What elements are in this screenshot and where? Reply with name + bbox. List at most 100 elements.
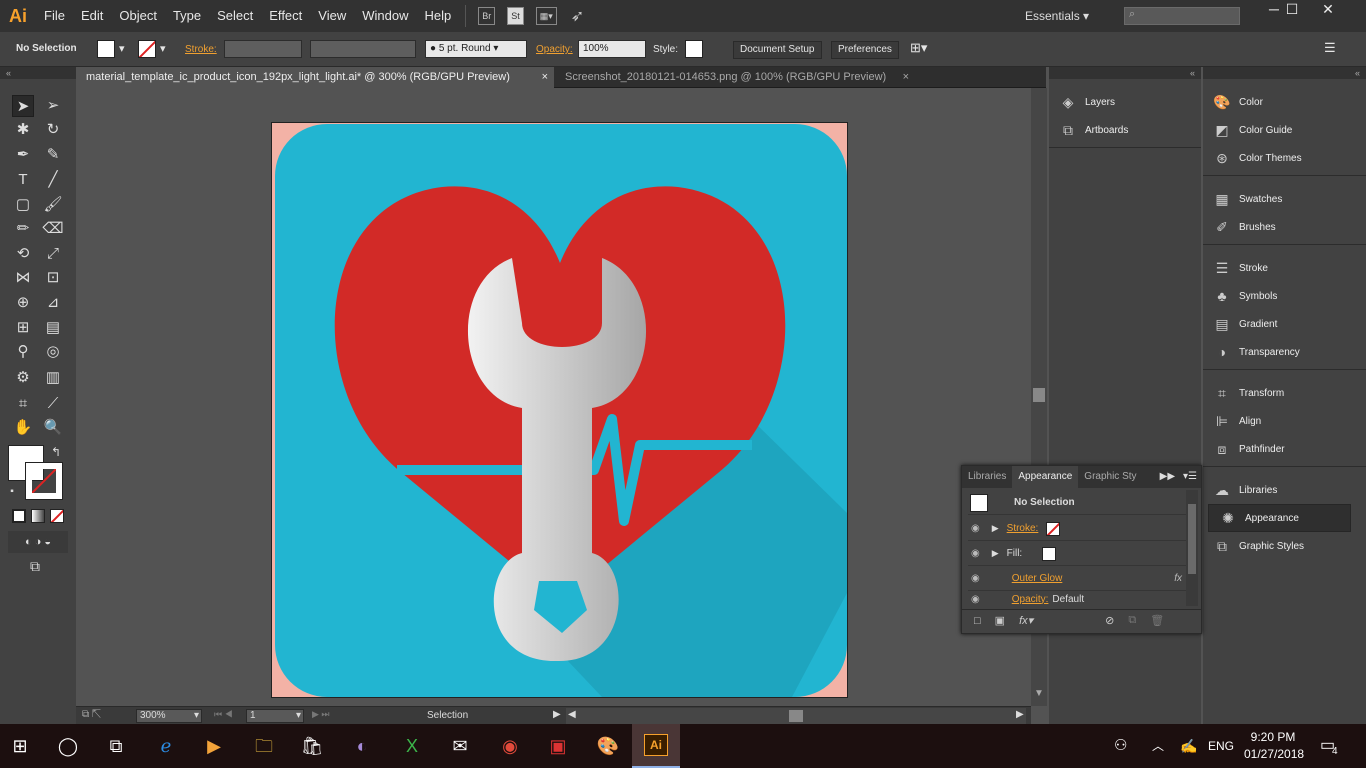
- rectangle-tool-icon[interactable]: ▢: [12, 194, 34, 216]
- tab-appearance[interactable]: Appearance: [1012, 466, 1079, 488]
- appearance-stroke-row[interactable]: ◉ ▶ Stroke:: [968, 517, 1186, 541]
- close-icon[interactable]: ×: [542, 67, 548, 88]
- outer-glow-effect[interactable]: Outer Glow: [1012, 573, 1063, 584]
- expand-arrow-icon[interactable]: ▶: [992, 548, 999, 559]
- panel-menu-icon[interactable]: ☰: [1324, 40, 1336, 56]
- horizontal-scrollbar[interactable]: ◀ ▶: [566, 708, 1026, 724]
- magic-wand-tool-icon[interactable]: ✱: [12, 119, 34, 141]
- free-transform-tool-icon[interactable]: ⊡: [42, 267, 64, 289]
- app-icon[interactable]: ◐: [348, 732, 376, 760]
- curvature-tool-icon[interactable]: ✎: [42, 144, 64, 166]
- hand-tool-icon[interactable]: ✋: [12, 417, 34, 439]
- gradient-tool-icon[interactable]: ▤: [42, 317, 64, 339]
- selection-tool-icon[interactable]: ➤: [12, 95, 34, 117]
- graphic-style-swatch[interactable]: [685, 40, 703, 58]
- close-window-button[interactable]: ✕: [1310, 0, 1346, 20]
- panel-color[interactable]: 🎨 Color: [1203, 88, 1366, 116]
- eye-icon[interactable]: ◉: [971, 523, 980, 534]
- artboard-nav-icon[interactable]: ⧉ ⇱: [82, 709, 101, 720]
- illustrator-taskbar-button[interactable]: Ai: [632, 724, 680, 768]
- pencil-tool-icon[interactable]: ✏: [12, 218, 34, 240]
- chrome-icon[interactable]: ◉: [496, 732, 524, 760]
- panel-expand-icon[interactable]: ▶▶: [1156, 466, 1179, 488]
- store-icon[interactable]: 🛍: [298, 732, 326, 760]
- vertical-scroll-thumb[interactable]: [1033, 388, 1045, 402]
- drawing-modes-icon[interactable]: ◐ ◑ ◒: [8, 531, 68, 553]
- expand-arrow-icon[interactable]: ▶: [992, 523, 999, 534]
- stroke-attr-label[interactable]: Stroke:: [1007, 523, 1039, 534]
- panel-color-guide[interactable]: ◩ Color Guide: [1203, 116, 1366, 144]
- panel-appearance[interactable]: ✺ Appearance: [1208, 504, 1351, 532]
- line-tool-icon[interactable]: ╱: [42, 169, 64, 191]
- direct-selection-tool-icon[interactable]: ➢: [42, 95, 64, 117]
- media-player-icon[interactable]: ▶: [200, 732, 228, 760]
- appearance-scrollbar[interactable]: [1186, 490, 1198, 606]
- add-fill-icon[interactable]: ▣: [995, 614, 1005, 627]
- shape-builder-tool-icon[interactable]: ⊕: [12, 292, 34, 314]
- mail-icon[interactable]: ✉: [446, 732, 474, 760]
- lasso-tool-icon[interactable]: ↻: [42, 119, 64, 141]
- blend-tool-icon[interactable]: ◎: [42, 341, 64, 363]
- panel-transform[interactable]: ⌗ Transform: [1203, 379, 1366, 407]
- panel-dock-header[interactable]: «: [1049, 67, 1201, 79]
- zoom-tool-icon[interactable]: 🔍: [42, 417, 64, 439]
- none-mode-icon[interactable]: [50, 509, 64, 523]
- scale-tool-icon[interactable]: ⤢: [42, 243, 64, 265]
- paintbrush-tool-icon[interactable]: 🖌: [42, 194, 64, 216]
- menu-window[interactable]: Window: [354, 0, 416, 32]
- menu-view[interactable]: View: [310, 0, 354, 32]
- stock-icon[interactable]: St: [507, 7, 524, 25]
- fill-dropdown-arrow[interactable]: ▾: [119, 42, 125, 55]
- eye-icon[interactable]: ◉: [971, 573, 980, 584]
- fill-attr-swatch[interactable]: [1042, 546, 1057, 561]
- stroke-weight-field[interactable]: [224, 40, 302, 58]
- opacity-label[interactable]: Opacity:: [536, 44, 573, 55]
- paint-icon[interactable]: 🎨: [594, 732, 622, 760]
- document-setup-button[interactable]: Document Setup: [733, 41, 822, 59]
- clock[interactable]: 9:20 PM 01/27/2018: [1244, 729, 1304, 763]
- panel-layers[interactable]: ◈ Layers: [1049, 88, 1201, 116]
- color-mode-icon[interactable]: [12, 509, 26, 523]
- artboard-tool-icon[interactable]: ⌗: [12, 393, 34, 415]
- tab-libraries[interactable]: Libraries: [962, 466, 1012, 488]
- artboard-next-last[interactable]: ▶ ⏭: [312, 709, 330, 720]
- default-fill-stroke-icon[interactable]: ▪: [4, 481, 20, 503]
- type-tool-icon[interactable]: T: [12, 169, 34, 191]
- screen-mode-icon[interactable]: ⧉: [24, 555, 46, 577]
- panel-color-themes[interactable]: ⊛ Color Themes: [1203, 144, 1366, 172]
- task-view-icon[interactable]: ⧉: [102, 732, 130, 760]
- stock-search-input[interactable]: ⌕: [1124, 7, 1240, 25]
- appearance-opacity-row[interactable]: ◉ Opacity: Default: [968, 592, 1186, 606]
- canvas-area[interactable]: [76, 88, 1031, 706]
- opacity-field[interactable]: 100%: [578, 40, 646, 58]
- horizontal-scroll-thumb[interactable]: [789, 710, 803, 722]
- clear-appearance-icon[interactable]: ⊘: [1105, 614, 1114, 627]
- edge-browser-icon[interactable]: ℯ: [152, 732, 180, 760]
- panel-dock-header[interactable]: «: [1203, 67, 1366, 79]
- menu-edit[interactable]: Edit: [73, 0, 111, 32]
- slice-tool-icon[interactable]: ⟋: [42, 393, 64, 415]
- panel-libraries[interactable]: ☁ Libraries: [1203, 476, 1366, 504]
- column-graph-tool-icon[interactable]: ▥: [42, 367, 64, 389]
- eye-icon[interactable]: ◉: [971, 548, 980, 559]
- artboard-first-prev[interactable]: ⏮ ◀: [214, 709, 233, 720]
- windows-start-icon[interactable]: ⊞: [6, 732, 34, 760]
- opacity-attr-label[interactable]: Opacity:: [1012, 594, 1049, 605]
- close-icon[interactable]: ×: [903, 67, 909, 88]
- tray-chevron-icon[interactable]: ︿: [1152, 724, 1164, 768]
- duplicate-item-icon[interactable]: ⧉: [1128, 614, 1136, 627]
- excel-icon[interactable]: X: [398, 732, 426, 760]
- menu-effect[interactable]: Effect: [261, 0, 310, 32]
- menu-select[interactable]: Select: [209, 0, 261, 32]
- menu-file[interactable]: File: [36, 0, 73, 32]
- appearance-fill-row[interactable]: ◉ ▶ Fill:: [968, 542, 1186, 566]
- panel-brushes[interactable]: ✐ Brushes: [1203, 213, 1366, 241]
- eye-icon[interactable]: ◉: [971, 594, 980, 605]
- status-menu-arrow[interactable]: ▶: [553, 709, 561, 720]
- scroll-right-arrow[interactable]: ▶: [1016, 709, 1024, 720]
- arrange-documents-icon[interactable]: ▦▾: [535, 7, 557, 25]
- menu-type[interactable]: Type: [165, 0, 209, 32]
- panel-transparency[interactable]: ◑ Transparency: [1203, 338, 1366, 366]
- artboard[interactable]: [271, 122, 848, 698]
- tab-graphic-styles[interactable]: Graphic Sty: [1078, 466, 1142, 488]
